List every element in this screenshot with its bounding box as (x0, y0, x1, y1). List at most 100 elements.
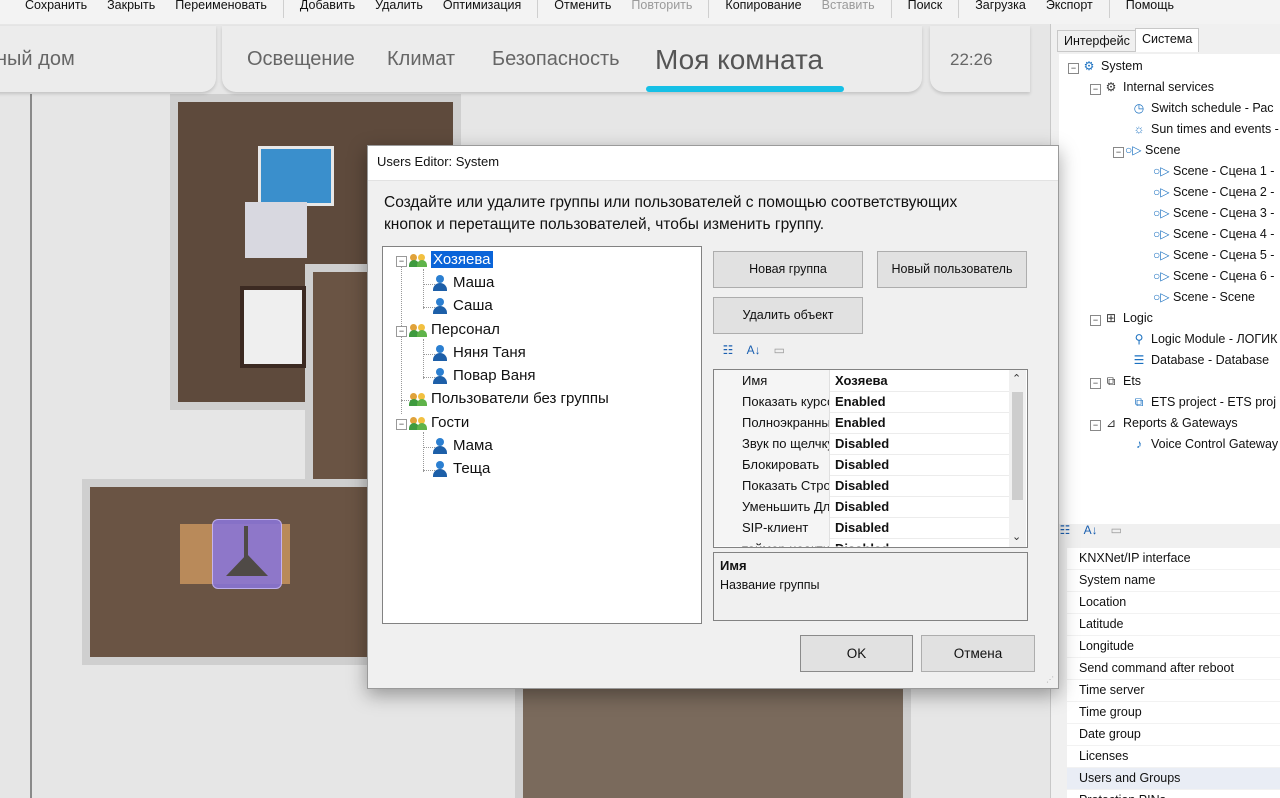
menu-copy[interactable]: Копирование (715, 0, 811, 14)
tree-user[interactable]: Няня Таня (431, 343, 526, 363)
tree-node-scene-item[interactable]: ○▷ Scene - Сцена 6 - (1153, 267, 1274, 285)
tree-group[interactable]: Пользователи без группы (409, 389, 609, 409)
tree-node-system[interactable]: ⚙ System (1081, 57, 1143, 75)
tree-group[interactable]: Персонал (409, 320, 500, 340)
cancel-button[interactable]: Отмена (921, 635, 1035, 672)
property-row[interactable]: Longitude (1067, 636, 1280, 658)
tab-interface[interactable]: Интерфейс (1057, 30, 1137, 52)
tree-node-scene-item[interactable]: ○▷ Scene - Scene (1153, 288, 1255, 306)
lamp-control-icon[interactable] (212, 519, 282, 589)
tab-climate[interactable]: Климат (387, 48, 455, 71)
tree-user[interactable]: Повар Ваня (431, 366, 536, 386)
tree-node-scene-item[interactable]: ○▷ Scene - Сцена 2 - (1153, 183, 1274, 201)
grid-row[interactable]: SIP-клиент Disabled (714, 517, 1009, 539)
tree-node-switch-schedule[interactable]: ◷ Switch schedule - Рас (1131, 99, 1274, 117)
menu-undo[interactable]: Отменить (544, 0, 621, 14)
scrollbar-thumb[interactable] (1012, 392, 1023, 500)
property-row[interactable]: System name (1067, 570, 1280, 592)
scroll-down-icon[interactable]: ⌄ (1012, 530, 1021, 543)
grid-row[interactable]: таймер неактивносDisabled (714, 538, 1009, 547)
tree-node-internal-services[interactable]: ⚙ Internal services (1103, 78, 1214, 96)
tree-node-ets[interactable]: ⧉ Ets (1103, 372, 1141, 390)
property-pages-icon[interactable]: ▭ (1106, 523, 1126, 541)
bed (240, 286, 306, 368)
tree-node-scene-item[interactable]: ○▷ Scene - Сцена 1 - (1153, 162, 1274, 180)
grid-row[interactable]: Звук по щелчку Disabled (714, 433, 1009, 455)
property-row[interactable]: Time group (1067, 702, 1280, 724)
menu-search[interactable]: Поиск (898, 0, 953, 14)
grid-row[interactable]: Уменьшить ДлителDisabled (714, 496, 1009, 518)
menu-redo[interactable]: Повторить (621, 0, 702, 14)
grid-scrollbar[interactable]: ⌃ ⌄ (1009, 370, 1026, 547)
collapse-icon[interactable]: − (396, 326, 407, 337)
tree-node-logic[interactable]: ⊞ Logic (1103, 309, 1153, 327)
tree-node-ets-project[interactable]: ⧉ ETS project - ETS proj (1131, 393, 1276, 411)
tree-user[interactable]: Маша (431, 273, 494, 293)
scroll-up-icon[interactable]: ⌃ (1012, 372, 1021, 385)
categorized-icon[interactable]: ☷ (718, 343, 738, 361)
collapse-icon[interactable]: − (1090, 84, 1101, 95)
tree-user[interactable]: Мама (431, 436, 493, 456)
collapse-icon[interactable]: − (1090, 420, 1101, 431)
menu-add[interactable]: Добавить (290, 0, 365, 14)
system-tree: − ⚙ System − ⚙ Internal services ◷ Switch s… (1059, 54, 1280, 524)
grid-row[interactable]: Показать курсорEnabled (714, 391, 1009, 413)
users-editor-dialog: Users Editor: System Создайте или удалит… (367, 145, 1059, 689)
collapse-icon[interactable]: − (1113, 147, 1124, 158)
property-row[interactable]: KNXNet/IP interface (1067, 548, 1280, 570)
new-user-button[interactable]: Новый пользователь (877, 251, 1027, 288)
menu-help[interactable]: Помощь (1116, 0, 1184, 14)
tree-user[interactable]: Теща (431, 459, 490, 479)
tree-node-logic-module[interactable]: ⚲ Logic Module - ЛОГИК (1131, 330, 1278, 348)
property-row[interactable]: Latitude (1067, 614, 1280, 636)
property-row[interactable]: Protection PINs (1067, 790, 1280, 798)
tree-node-scene-item[interactable]: ○▷ Scene - Сцена 3 - (1153, 204, 1274, 222)
tab-system[interactable]: Система (1135, 28, 1200, 52)
menu-paste[interactable]: Вставить (812, 0, 885, 14)
collapse-icon[interactable]: − (1090, 378, 1101, 389)
tree-node-reports[interactable]: ⊿ Reports & Gateways (1103, 414, 1238, 432)
property-row[interactable]: Time server (1067, 680, 1280, 702)
property-row[interactable]: Send command after reboot (1067, 658, 1280, 680)
collapse-icon[interactable]: − (1068, 63, 1079, 74)
grid-row[interactable]: Полноэкранный Enabled (714, 412, 1009, 434)
new-group-button[interactable]: Новая группа (713, 251, 863, 288)
property-row[interactable]: Licenses (1067, 746, 1280, 768)
ok-button[interactable]: OK (800, 635, 913, 672)
tree-group[interactable]: Гости (409, 413, 469, 433)
tree-group[interactable]: Хозяева (409, 250, 493, 270)
menu-delete[interactable]: Удалить (365, 0, 433, 14)
grid-row[interactable]: Имя Хозяева (714, 370, 1009, 392)
menu-close[interactable]: Закрыть (97, 0, 165, 14)
property-pages-icon[interactable]: ▭ (769, 343, 789, 361)
tree-node-database[interactable]: ☰ Database - Database (1131, 351, 1270, 369)
delete-object-button[interactable]: Удалить объект (713, 297, 863, 334)
dialog-titlebar[interactable]: Users Editor: System (368, 146, 1058, 181)
collapse-icon[interactable]: − (396, 256, 407, 267)
menu-save[interactable]: Сохранить (0, 0, 97, 14)
tree-user[interactable]: Саша (431, 296, 493, 316)
property-row-selected[interactable]: Users and Groups (1067, 768, 1280, 790)
grid-row[interactable]: Показать Строку СDisabled (714, 475, 1009, 497)
tab-security[interactable]: Безопасность (492, 48, 620, 71)
collapse-icon[interactable]: − (1090, 315, 1101, 326)
property-row[interactable]: Date group (1067, 724, 1280, 746)
collapse-icon[interactable]: − (396, 419, 407, 430)
resize-grip-icon[interactable]: ⋰ (1046, 676, 1056, 686)
tree-node-voice[interactable]: ♪ Voice Control Gateway (1131, 435, 1278, 453)
tab-lighting[interactable]: Освещение (247, 48, 355, 71)
menu-rename[interactable]: Переименовать (165, 0, 277, 14)
menu-export[interactable]: Экспорт (1036, 0, 1103, 14)
property-row[interactable]: Location (1067, 592, 1280, 614)
menu-optimize[interactable]: Оптимизация (433, 0, 531, 14)
nav-home-tab[interactable]: ный дом (0, 26, 216, 92)
menu-upload[interactable]: Загрузка (965, 0, 1036, 14)
tree-node-scene-item[interactable]: ○▷ Scene - Сцена 5 - (1153, 246, 1274, 264)
sort-az-icon[interactable]: A↓ (744, 343, 764, 361)
tab-my-room[interactable]: Моя комната (655, 44, 823, 76)
sort-az-icon[interactable]: A↓ (1081, 523, 1101, 541)
grid-row[interactable]: Блокировать Disabled (714, 454, 1009, 476)
tree-node-sun-times[interactable]: ☼ Sun times and events - (1131, 120, 1279, 138)
tree-node-scene-item[interactable]: ○▷ Scene - Сцена 4 - (1153, 225, 1274, 243)
tree-node-scene[interactable]: ○▷ Scene (1125, 141, 1180, 159)
